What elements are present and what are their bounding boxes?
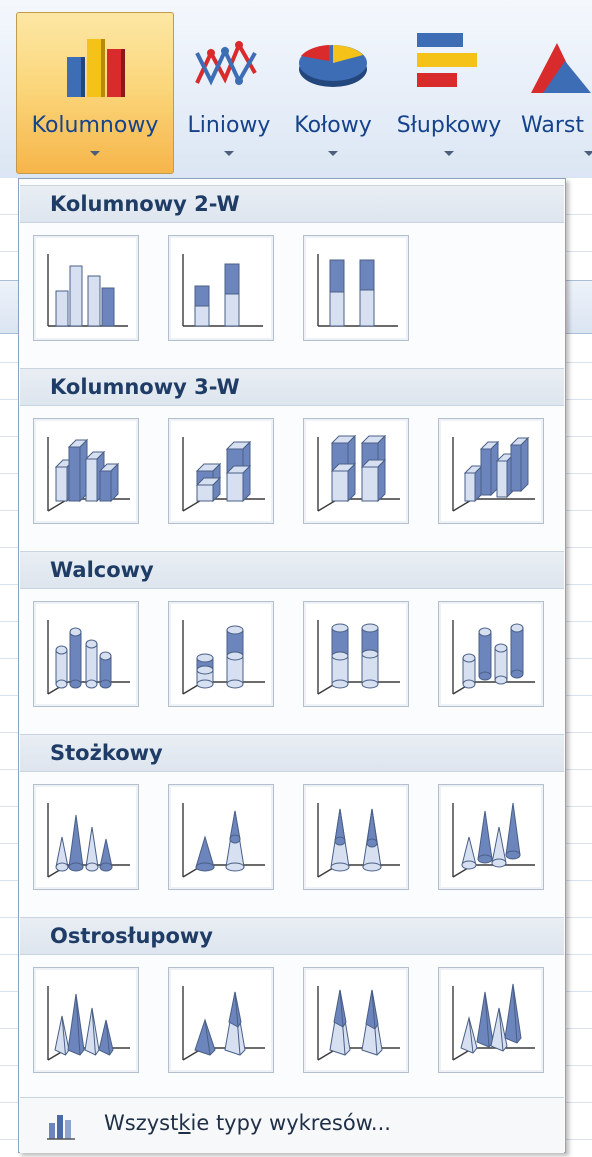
chart-button-label: Kołowy xyxy=(294,113,372,138)
chart-button-slupkowy[interactable]: Słupkowy xyxy=(384,12,514,174)
chart-option-100-stacked-cylinder[interactable] xyxy=(303,601,409,707)
section-title: Stożkowy xyxy=(50,741,163,765)
chart-option-clustered-cylinder[interactable] xyxy=(33,601,139,707)
section-title: Kolumnowy 3-W xyxy=(50,375,240,399)
chart-type-gallery: Kolumnowy 2-W Kolumnowy 3-W Walcowy Stoż… xyxy=(18,178,566,1153)
chart-button-label: Kolumnowy xyxy=(31,113,159,138)
chart-option-100-stacked-column-3d[interactable] xyxy=(303,418,409,524)
chart-option-3d-column[interactable] xyxy=(438,418,544,524)
chart-option-100-stacked-pyramid[interactable] xyxy=(303,967,409,1073)
chart-button-label: Słupkowy xyxy=(396,113,502,138)
chart-option-100-stacked-column-2d[interactable] xyxy=(303,235,409,341)
column-chart-icon xyxy=(17,23,173,103)
section-header-kolumnowy-2w: Kolumnowy 2-W xyxy=(20,185,564,223)
all-chart-types-label: Wszystkie typy wykresów... xyxy=(104,1111,391,1135)
chart-preview-icon xyxy=(47,620,130,695)
chart-preview-icon xyxy=(182,437,265,512)
chart-option-stacked-column-2d[interactable] xyxy=(168,235,274,341)
bar-chart-icon xyxy=(385,23,513,103)
chart-preview-icon xyxy=(317,986,400,1061)
chart-preview-icon xyxy=(47,437,130,512)
section-header-kolumnowy-3w: Kolumnowy 3-W xyxy=(20,368,564,406)
chart-option-stacked-column-3d[interactable] xyxy=(168,418,274,524)
chevron-down-icon xyxy=(444,151,454,156)
chart-button-warst[interactable]: Warst xyxy=(516,12,592,174)
all-chart-types-link[interactable]: Wszystkie typy wykresów... xyxy=(20,1097,564,1153)
chevron-down-icon xyxy=(224,151,234,156)
chart-preview-icon xyxy=(452,802,535,878)
section-title: Ostrosłupowy xyxy=(50,924,213,948)
chart-preview-icon xyxy=(317,254,398,327)
chart-preview-icon xyxy=(182,254,263,327)
line-chart-icon xyxy=(177,23,281,103)
section-header-stozkowy: Stożkowy xyxy=(20,734,564,772)
chart-preview-icon xyxy=(47,986,130,1061)
chart-preview-icon xyxy=(317,803,400,878)
chart-preview-icon xyxy=(182,986,265,1061)
section-header-walcowy: Walcowy xyxy=(20,551,564,589)
chart-preview-icon xyxy=(452,983,535,1061)
chart-option-stacked-cone[interactable] xyxy=(168,784,274,890)
chevron-down-icon xyxy=(584,151,592,156)
chart-option-3d-cylinder[interactable] xyxy=(438,601,544,707)
chart-option-stacked-pyramid[interactable] xyxy=(168,967,274,1073)
chart-preview-icon xyxy=(317,434,400,512)
chart-option-clustered-column-2d[interactable] xyxy=(33,235,139,341)
chart-option-100-stacked-cone[interactable] xyxy=(303,784,409,890)
chart-preview-icon xyxy=(452,436,535,512)
chart-preview-icon xyxy=(182,620,265,695)
chart-button-kolowy[interactable]: Kołowy xyxy=(284,12,382,174)
area-chart-icon xyxy=(517,23,592,103)
chevron-down-icon xyxy=(90,151,100,156)
chart-option-clustered-cone[interactable] xyxy=(33,784,139,890)
chart-preview-icon xyxy=(452,620,535,695)
chart-preview-icon xyxy=(47,254,128,327)
chart-option-3d-pyramid[interactable] xyxy=(438,967,544,1073)
chart-preview-icon xyxy=(47,803,130,878)
all-chart-types-icon xyxy=(47,1115,75,1140)
chart-option-clustered-column-3d[interactable] xyxy=(33,418,139,524)
chart-button-label: Liniowy xyxy=(187,113,271,138)
chart-button-liniowy[interactable]: Liniowy xyxy=(176,12,282,174)
section-title: Kolumnowy 2-W xyxy=(50,192,240,216)
chevron-down-icon xyxy=(328,151,338,156)
chart-preview-icon xyxy=(182,803,265,878)
ribbon: Kolumnowy Liniowy Kołowy Słupkowy Warst xyxy=(0,0,592,179)
section-header-ostroslupowy: Ostrosłupowy xyxy=(20,917,564,955)
chart-option-3d-cone[interactable] xyxy=(438,784,544,890)
section-title: Walcowy xyxy=(50,558,154,582)
chart-button-label: Warst xyxy=(521,113,584,138)
chart-option-clustered-pyramid[interactable] xyxy=(33,967,139,1073)
chart-option-stacked-cylinder[interactable] xyxy=(168,601,274,707)
chart-preview-icon xyxy=(317,620,400,695)
pie-chart-icon xyxy=(285,23,381,103)
chart-button-kolumnowy[interactable]: Kolumnowy xyxy=(16,12,174,174)
